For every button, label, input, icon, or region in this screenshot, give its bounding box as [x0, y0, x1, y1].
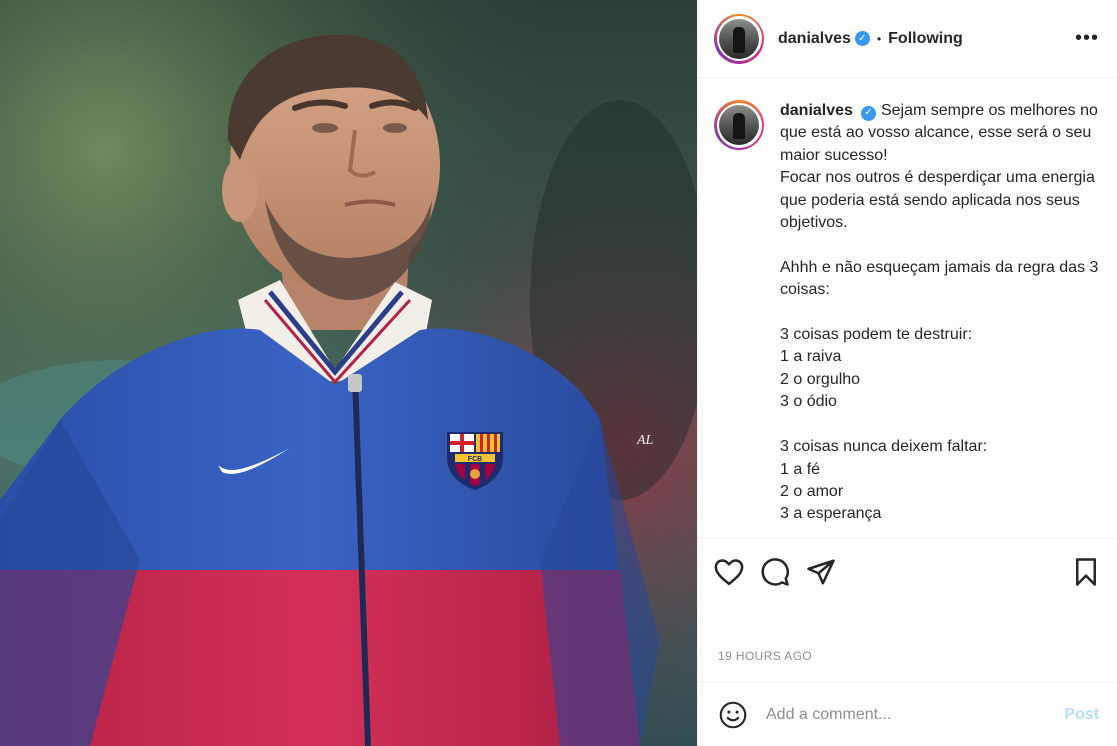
post-comment-button[interactable]: Post — [1064, 706, 1099, 724]
caption-avatar[interactable] — [714, 100, 764, 150]
avatar-border — [716, 16, 762, 61]
photo-watermark: AL — [636, 433, 654, 448]
comment-input[interactable] — [766, 705, 1065, 724]
caption-avatar-border — [716, 102, 762, 148]
post-caption: danialves ✓ Sejam sempre os melhores no qu… — [780, 100, 1100, 538]
caption-text: Sejam sempre os melhores no que está ao … — [780, 102, 1099, 523]
separator-dot: • — [876, 31, 882, 46]
more-options-icon[interactable]: ••• — [1073, 25, 1101, 53]
add-comment-bar: Post — [698, 682, 1117, 746]
heart-icon[interactable] — [712, 555, 746, 589]
instagram-post: FCB AL danialves ✓ • Following ••• dania… — [0, 0, 1117, 746]
post-timestamp[interactable]: 19 HOURS AGO — [698, 649, 1117, 671]
comments-section[interactable]: danialves ✓ Sejam sempre os melhores no qu… — [698, 78, 1117, 539]
header-user: danialves ✓ • Following — [778, 30, 963, 48]
post-photo[interactable]: FCB AL — [0, 0, 697, 746]
emoji-icon[interactable] — [718, 700, 748, 730]
avatar-image — [719, 18, 759, 59]
following-button[interactable]: Following — [888, 30, 963, 48]
caption-verified-badge-icon: ✓ — [860, 105, 876, 121]
player-illustration: FCB AL — [0, 0, 697, 746]
verified-badge-icon: ✓ — [854, 31, 870, 46]
post-header: danialves ✓ • Following ••• — [698, 0, 1117, 78]
avatar[interactable] — [714, 13, 764, 64]
comment-icon[interactable] — [758, 555, 792, 589]
caption-username[interactable]: danialves — [780, 102, 853, 119]
caption-avatar-image — [719, 105, 759, 145]
bookmark-icon[interactable] — [1069, 555, 1103, 589]
post-actions — [698, 539, 1117, 605]
share-icon[interactable] — [804, 555, 838, 589]
header-username[interactable]: danialves — [778, 30, 851, 48]
post-details-panel: danialves ✓ • Following ••• danialves ✓ Se… — [697, 0, 1117, 746]
svg-text:FCB: FCB — [468, 456, 482, 463]
